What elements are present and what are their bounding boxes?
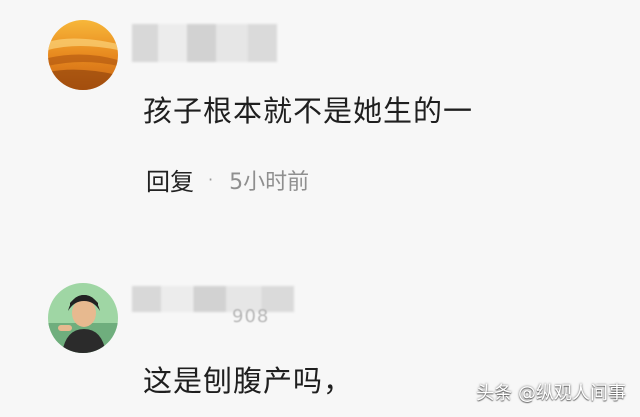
sunset-avatar-icon	[48, 20, 118, 90]
comment-text: 这是刨腹产吗，	[143, 364, 354, 398]
username-blurred[interactable]	[132, 24, 277, 62]
comment-text: 孩子根本就不是她生的一	[143, 94, 474, 128]
separator-dot: ·	[208, 170, 214, 189]
comment-actions: 回复 · 5小时前	[146, 162, 309, 197]
comment-item: 孩子根本就不是她生的一 回复 · 5小时前	[0, 0, 640, 230]
reply-button[interactable]: 回复	[146, 162, 194, 197]
comment-timestamp: 5小时前	[229, 169, 310, 195]
person-avatar-icon	[48, 283, 118, 353]
user-avatar[interactable]	[48, 283, 118, 353]
watermark: 头条 @纵观人间事	[476, 383, 626, 404]
username-blurred[interactable]	[132, 286, 294, 312]
user-avatar[interactable]	[48, 20, 118, 90]
username-tail: 908	[232, 306, 270, 327]
